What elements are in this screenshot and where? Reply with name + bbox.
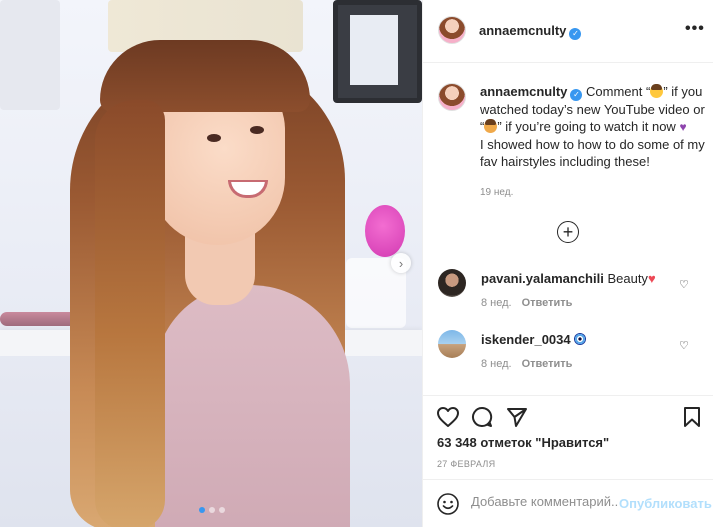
carousel-dot — [219, 507, 225, 513]
subject-shirt — [155, 285, 350, 527]
subject-eye — [250, 126, 264, 134]
subject-eye — [207, 134, 221, 142]
purple-heart-icon: ♥ — [679, 119, 687, 134]
verified-badge-icon: ✓ — [569, 27, 582, 40]
author-avatar[interactable] — [438, 16, 466, 44]
caption-avatar[interactable] — [438, 83, 466, 111]
likes-count[interactable]: 63 348 отметок "Нравится" — [437, 435, 609, 450]
load-more-comments-button[interactable]: + — [557, 221, 579, 243]
post-actions: 63 348 отметок "Нравится" 27 ФЕВРАЛЯ — [423, 395, 713, 487]
more-options-button[interactable]: ••• — [685, 20, 705, 38]
author-username-text[interactable]: annaemcnulty — [479, 23, 566, 38]
comment-meta: 8 нед. Ответить — [481, 297, 572, 309]
comment-meta: 8 нед. Ответить — [481, 358, 572, 370]
caption-text: annaemcnulty ✓ Comment “” if you watched … — [480, 83, 710, 170]
commenter-avatar[interactable] — [438, 269, 466, 297]
reply-button[interactable]: Ответить — [522, 358, 573, 370]
post-photo[interactable]: › — [0, 0, 422, 527]
heart-outline-icon[interactable]: ♡ — [679, 339, 689, 352]
reply-button[interactable]: Ответить — [522, 297, 573, 309]
comment-body: Beauty — [603, 271, 648, 286]
post-sidebar: annaemcnulty ✓ ••• annaemcnulty ✓ Comment … — [422, 0, 713, 527]
comment-text: pavani.yalamanchili Beauty♥ — [481, 271, 656, 286]
bookmark-icon[interactable] — [682, 406, 702, 428]
share-paper-plane-icon[interactable] — [506, 406, 528, 428]
background-award-plaque — [333, 0, 422, 103]
commenter-username[interactable]: pavani.yalamanchili — [481, 271, 604, 286]
background-pink-mirror — [365, 205, 405, 257]
comment-time[interactable]: 8 нед. — [481, 358, 512, 370]
caption-time[interactable]: 19 нед. — [480, 187, 513, 198]
verified-badge-icon: ✓ — [570, 88, 583, 101]
commenter-avatar[interactable] — [438, 330, 466, 358]
face-emoji-icon — [650, 84, 664, 98]
publish-button[interactable]: Опубликовать — [619, 496, 712, 511]
post-date[interactable]: 27 ФЕВРАЛЯ — [437, 459, 495, 469]
author-username[interactable]: annaemcnulty ✓ — [479, 23, 582, 40]
caption-username[interactable]: annaemcnulty — [480, 84, 567, 99]
comment-item: pavani.yalamanchili Beauty♥ 8 нед. Ответи… — [438, 269, 708, 313]
comment-item: iskender_0034 8 нед. Ответить ♡ — [438, 330, 708, 374]
caption-part: I showed how to how to do some of my fav… — [480, 136, 705, 169]
emoji-picker-icon[interactable] — [436, 492, 460, 516]
face-emoji-icon — [484, 118, 498, 133]
heart-outline-icon[interactable]: ♡ — [679, 278, 689, 291]
like-heart-icon[interactable] — [436, 406, 460, 428]
add-comment-bar: Опубликовать — [423, 479, 713, 527]
comment-time[interactable]: 8 нед. — [481, 297, 512, 309]
subject-hair-strand — [95, 100, 165, 527]
post-header: annaemcnulty ✓ ••• — [423, 0, 713, 63]
comment-input[interactable] — [471, 494, 619, 509]
red-heart-icon: ♥ — [647, 271, 656, 286]
carousel-next-button[interactable]: › — [391, 253, 411, 273]
evil-eye-icon — [573, 333, 586, 345]
comment-bubble-icon[interactable] — [471, 406, 493, 428]
caption-part: ” if you’re going to watch it now — [497, 118, 680, 134]
carousel-dot — [209, 507, 215, 513]
background-frame — [0, 0, 60, 110]
commenter-username[interactable]: iskender_0034 — [481, 332, 571, 347]
comment-text: iskender_0034 — [481, 332, 586, 347]
carousel-indicator — [199, 507, 225, 513]
caption-part: Comment “ — [582, 84, 651, 99]
chevron-right-icon: › — [398, 255, 404, 271]
carousel-dot-active — [199, 507, 205, 513]
